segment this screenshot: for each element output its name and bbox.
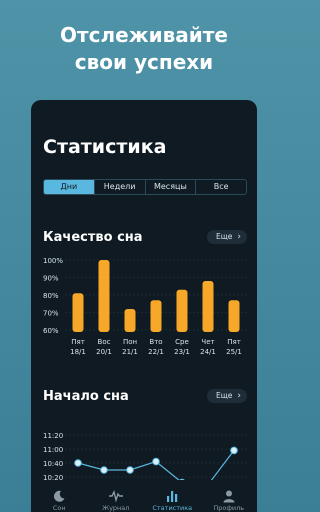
data-point	[152, 457, 160, 466]
bar	[98, 260, 110, 332]
segment-weeks[interactable]: Недели	[95, 180, 146, 194]
tab-sleep[interactable]: Сон	[31, 480, 88, 512]
moon-icon	[31, 488, 88, 502]
data-point	[74, 459, 82, 467]
sleep-quality-title: Качество сна	[43, 230, 143, 245]
data-point	[126, 466, 134, 474]
x-tick-date: 21/1	[122, 348, 138, 356]
x-tick-date: 20/1	[96, 348, 112, 356]
y-tick-label: 90%	[43, 275, 59, 283]
more-label: Еще	[216, 391, 233, 400]
promo-line-2: свои успехи	[74, 50, 214, 74]
y-tick-label: 11:20	[43, 432, 63, 440]
tab-label: Сон	[52, 504, 66, 512]
chevron-right-icon: ›	[237, 232, 241, 242]
segment-months[interactable]: Месяцы	[146, 180, 197, 194]
bar	[202, 281, 214, 332]
page-title: Статистика	[43, 136, 167, 158]
sleep-quality-chart: 100% 90% 80% 70% 60% Пят 18/1 Вос 20/1 Пон 21/1 Вто…	[43, 257, 247, 356]
period-segmented-control: Дни Недели Месяцы Все	[43, 179, 247, 195]
promo-headline: Отслеживайте свои успехи	[0, 22, 288, 76]
x-tick-day: Пят	[227, 338, 241, 346]
x-tick-day: Чет	[201, 338, 214, 346]
y-tick-label: 80%	[43, 292, 59, 300]
promo-line-1: Отслеживайте	[60, 23, 228, 47]
x-tick-date: 24/1	[200, 348, 216, 356]
tab-label: Статистика	[152, 504, 193, 512]
phone-screen: Статистика Дни Недели Месяцы Все Качеств…	[31, 100, 257, 512]
sleep-start-chart: 11:2011:0010:4010:2010:00	[43, 432, 247, 485]
chevron-right-icon: ›	[237, 391, 241, 401]
x-tick-day: Вос	[98, 338, 111, 346]
sleep-quality-more-button[interactable]: Еще ›	[207, 230, 247, 244]
bar-chart-icon	[144, 488, 201, 502]
segment-days[interactable]: Дни	[44, 180, 95, 194]
x-tick-date: 22/1	[148, 348, 164, 356]
x-tick-day: Пон	[123, 338, 137, 346]
x-tick-date: 23/1	[174, 348, 190, 356]
data-point	[100, 466, 108, 474]
sleep-start-more-button[interactable]: Еще ›	[207, 389, 247, 403]
bar	[124, 309, 136, 332]
profile-icon	[201, 488, 258, 503]
more-label: Еще	[216, 232, 233, 241]
bar	[72, 293, 84, 332]
bar	[228, 300, 240, 332]
x-tick-day: Сре	[175, 338, 189, 346]
pulse-icon	[88, 488, 145, 503]
tab-label: Журнал	[102, 504, 130, 512]
y-tick-label: 11:00	[43, 446, 63, 454]
tab-profile[interactable]: Профиль	[201, 480, 258, 512]
x-tick-day: Вто	[149, 338, 162, 346]
bar	[150, 300, 162, 332]
y-tick-label: 60%	[43, 327, 59, 335]
x-tick-date: 18/1	[70, 348, 86, 356]
bar	[176, 289, 188, 332]
tab-statistics[interactable]: Статистика	[144, 480, 201, 512]
segment-all[interactable]: Все	[196, 180, 246, 194]
sleep-start-title: Начало сна	[43, 389, 129, 404]
y-tick-label: 100%	[43, 257, 63, 265]
x-tick-date: 25/1	[226, 348, 242, 356]
tab-journal[interactable]: Журнал	[88, 480, 145, 512]
y-tick-label: 70%	[43, 310, 59, 318]
data-point	[230, 446, 238, 455]
x-tick-day: Пят	[71, 338, 85, 346]
y-tick-label: 10:40	[43, 460, 63, 468]
bottom-tab-bar: Сон Журнал Статистика Профиль	[31, 480, 257, 512]
tab-label: Профиль	[213, 504, 245, 512]
